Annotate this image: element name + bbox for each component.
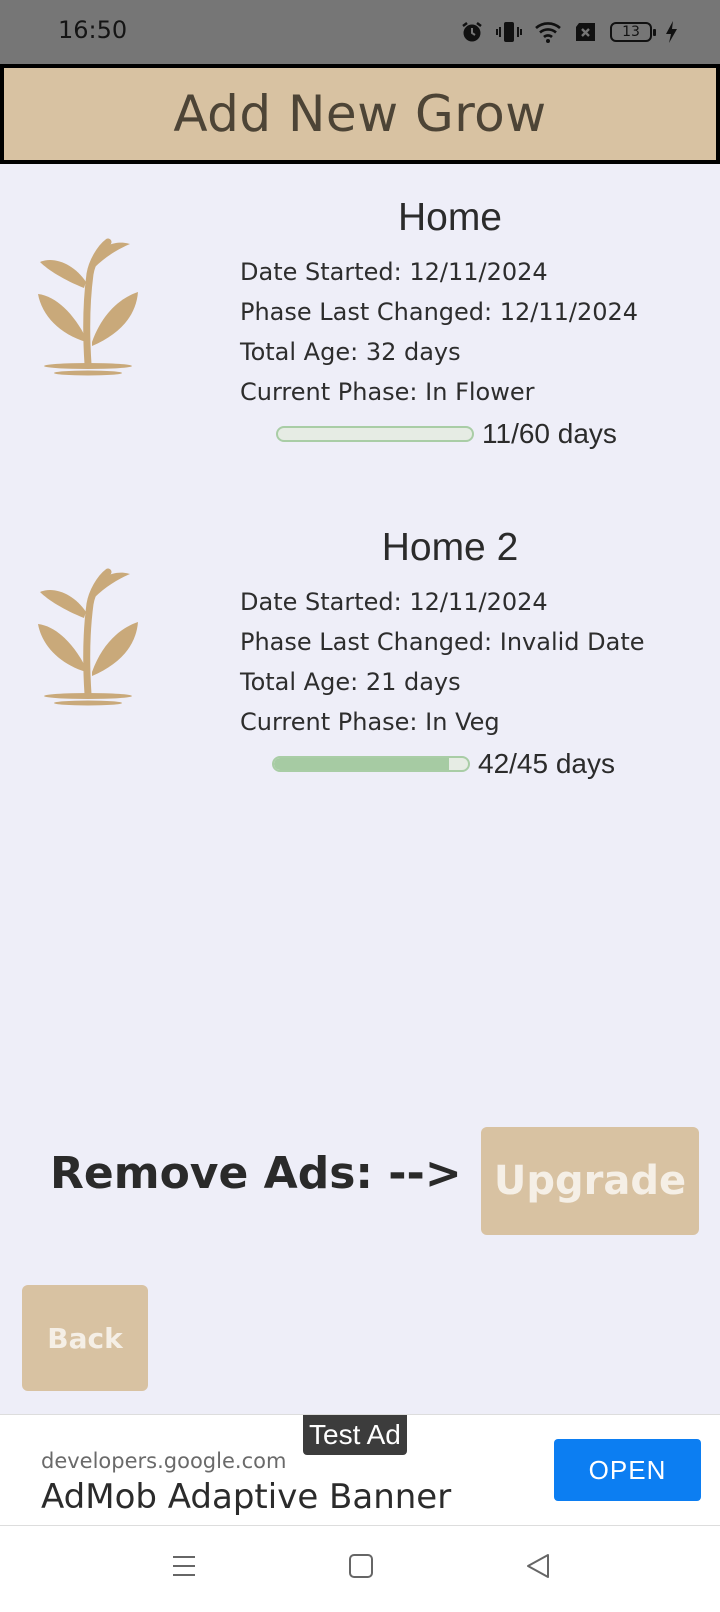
vibrate-icon: [496, 22, 522, 42]
remove-ads-label: Remove Ads: -->: [50, 1148, 462, 1199]
battery-icon: 13: [610, 22, 656, 42]
grow-card[interactable]: Home Date Started: 12/11/2024 Phase Last…: [0, 192, 720, 462]
phase-progress: 11/60 days: [276, 418, 617, 450]
ad-banner[interactable]: Test Ad developers.google.com AdMob Adap…: [0, 1414, 720, 1526]
progress-label: 11/60 days: [482, 418, 617, 449]
add-new-grow-header[interactable]: Add New Grow: [0, 64, 720, 164]
date-started: Date Started: 12/11/2024: [240, 588, 548, 616]
phase-progress: 42/45 days: [272, 748, 615, 780]
upgrade-button[interactable]: Upgrade: [481, 1127, 699, 1235]
ad-domain: developers.google.com: [41, 1449, 287, 1473]
ad-title: AdMob Adaptive Banner: [41, 1477, 452, 1517]
grow-name: Home: [397, 196, 503, 239]
progress-label: 42/45 days: [478, 748, 615, 779]
back-button[interactable]: Back: [22, 1285, 148, 1391]
total-age: Total Age: 21 days: [240, 668, 461, 696]
menu-icon[interactable]: [170, 1552, 198, 1580]
status-bar: 16:50 13: [0, 0, 720, 64]
plant-icon: [38, 238, 138, 376]
total-age: Total Age: 32 days: [240, 338, 461, 366]
sim-blocked-icon: [576, 23, 595, 41]
phase-last-changed: Phase Last Changed: 12/11/2024: [240, 298, 639, 326]
status-icons: 13: [460, 18, 678, 46]
battery-level: 13: [622, 24, 640, 40]
alarm-icon: [462, 22, 482, 42]
status-time: 16:50: [58, 16, 128, 44]
current-phase: Current Phase: In Flower: [240, 378, 535, 406]
grow-card[interactable]: Home 2 Date Started: 12/11/2024 Phase La…: [0, 522, 720, 792]
progress-fill: [274, 758, 449, 770]
phase-last-changed: Phase Last Changed: Invalid Date: [240, 628, 645, 656]
home-icon[interactable]: [348, 1552, 374, 1580]
ad-open-button[interactable]: OPEN: [554, 1439, 701, 1501]
wifi-icon: [535, 22, 561, 43]
charging-icon: [666, 21, 677, 43]
current-phase: Current Phase: In Veg: [240, 708, 500, 736]
test-ad-badge: Test Ad: [303, 1415, 407, 1455]
system-nav-bar: [0, 1526, 720, 1612]
plant-icon: [38, 568, 138, 706]
progress-bar: [272, 756, 470, 772]
page-title[interactable]: Add New Grow: [173, 85, 546, 143]
back-nav-icon[interactable]: [524, 1552, 552, 1580]
grow-name: Home 2: [381, 526, 519, 569]
date-started: Date Started: 12/11/2024: [240, 258, 548, 286]
progress-bar: [276, 426, 474, 442]
